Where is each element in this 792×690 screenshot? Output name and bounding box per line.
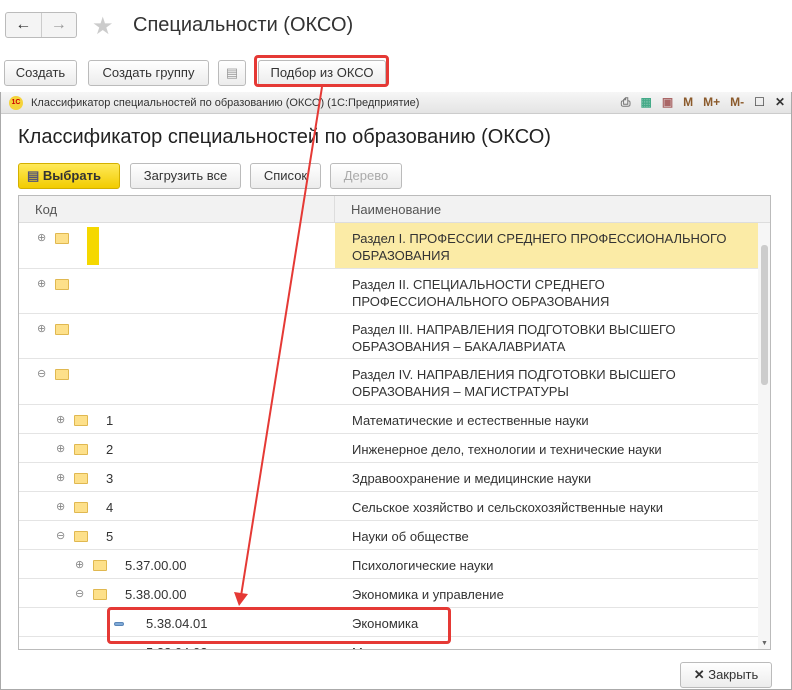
annotation-arrow	[234, 86, 323, 606]
